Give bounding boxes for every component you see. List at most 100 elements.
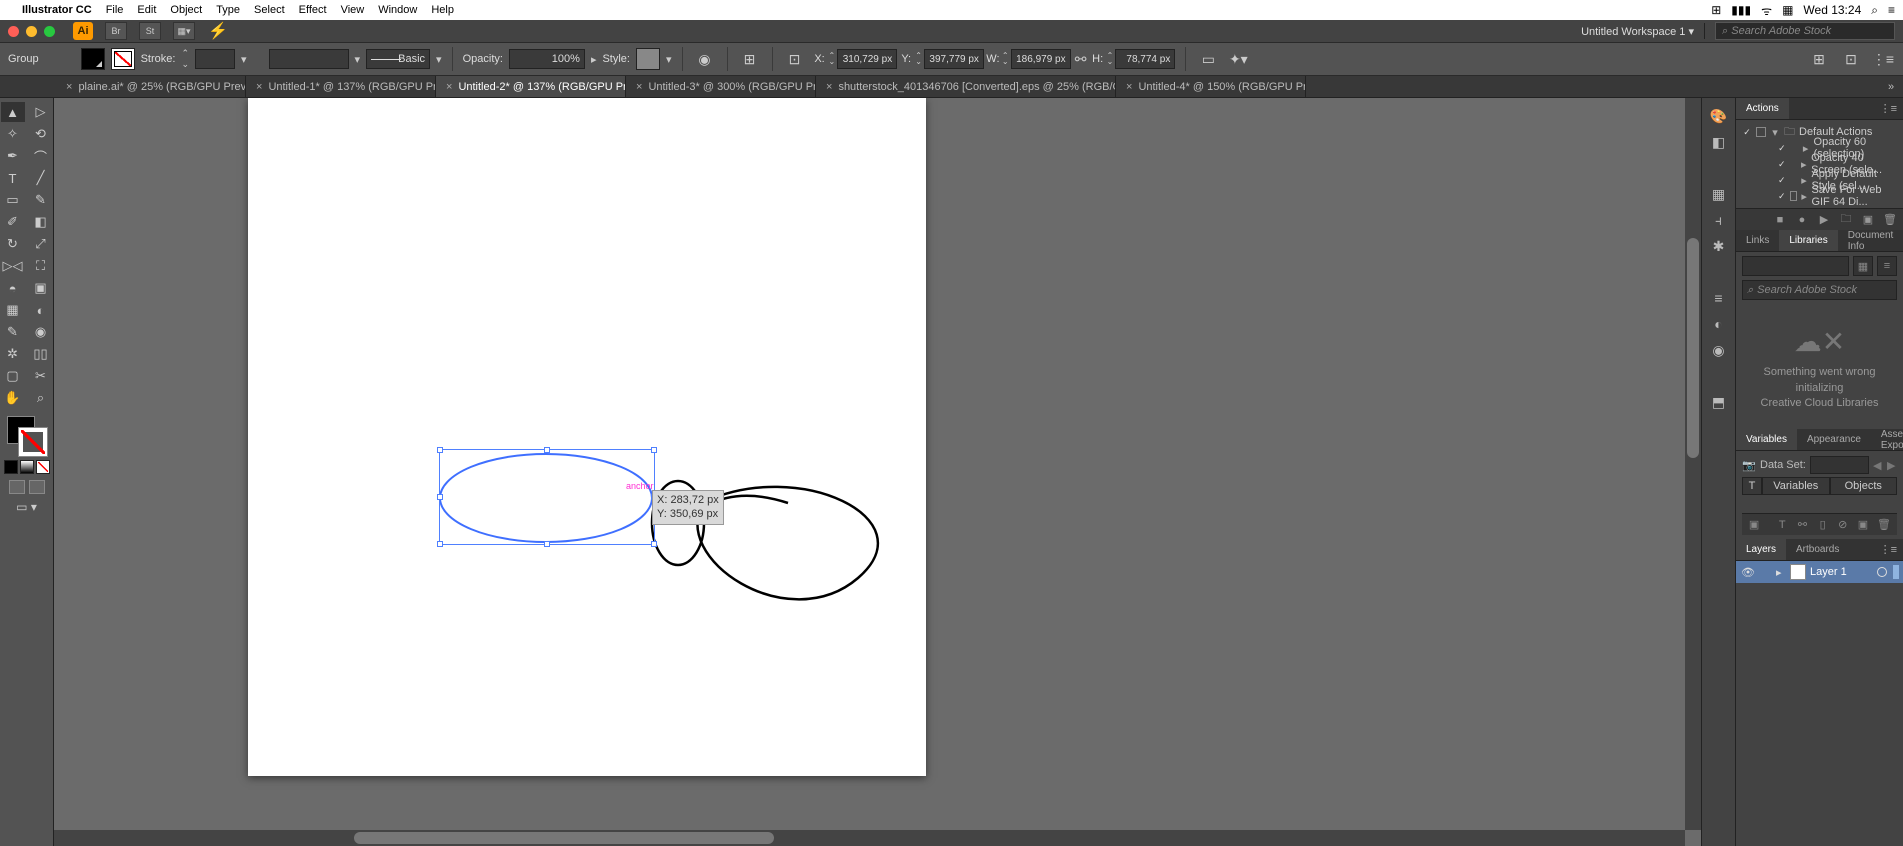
draw-normal[interactable] <box>9 480 25 494</box>
battery-icon[interactable]: ▮▮▮ <box>1731 3 1751 17</box>
opacity-input[interactable]: 100% <box>509 49 585 69</box>
close-icon[interactable]: × <box>66 81 72 93</box>
w-stepper-icon[interactable]: ⌃⌄ <box>1002 53 1009 66</box>
screen-mode-button[interactable]: ▭ ▾ <box>16 500 37 514</box>
magic-wand-tool[interactable]: ✧ <box>1 124 25 144</box>
wifi-icon[interactable]: ᯤ <box>1761 2 1772 19</box>
grid-view-button[interactable]: ▦ <box>1853 256 1873 276</box>
var-width-profile[interactable] <box>269 49 349 69</box>
color-mode-none[interactable] <box>36 460 50 474</box>
gradient-tool[interactable]: ◐ <box>29 300 53 320</box>
stop-button[interactable]: ■ <box>1773 213 1787 227</box>
tab-untitled4[interactable]: ×Untitled-4* @ 150% (RGB/GPU Previe... <box>1116 76 1306 97</box>
target-icon[interactable] <box>1877 567 1887 577</box>
blend-tool[interactable]: ◉ <box>29 322 53 342</box>
arrange-docs-button[interactable]: ▦▾ <box>173 22 195 40</box>
gpu-icon[interactable]: ⚡ <box>207 22 229 40</box>
unbind-button[interactable]: ⊘ <box>1837 518 1849 532</box>
close-icon[interactable]: × <box>1126 81 1132 93</box>
record-button[interactable]: ● <box>1795 213 1809 227</box>
check-icon[interactable]: ✓ <box>1742 127 1752 137</box>
col-objects[interactable]: Objects <box>1830 477 1898 495</box>
action-item[interactable]: Save For Web GIF 64 Di... <box>1811 184 1897 208</box>
selection-tool[interactable]: ▲ <box>1 102 25 122</box>
resize-handle[interactable] <box>437 541 443 547</box>
type-tool[interactable]: T <box>1 168 25 188</box>
resize-handle[interactable] <box>437 447 443 453</box>
tab-layers[interactable]: Layers <box>1736 539 1786 560</box>
shaper-tool[interactable]: ✐ <box>1 212 25 232</box>
appearance-panel-icon[interactable]: ⬒ <box>1706 390 1732 414</box>
library-search-input[interactable]: ⌕ Search Adobe Stock <box>1742 280 1897 300</box>
menu-window[interactable]: Window <box>378 4 417 16</box>
color-mode-gradient[interactable] <box>20 460 34 474</box>
mesh-tool[interactable]: ▦ <box>1 300 25 320</box>
color-mode-solid[interactable] <box>4 460 18 474</box>
transparency-panel-icon[interactable]: ◉ <box>1706 338 1732 362</box>
curvature-tool[interactable]: ⌒ <box>29 146 53 166</box>
col-variables[interactable]: Variables <box>1762 477 1830 495</box>
opacity-dropdown-icon[interactable]: ▸ <box>591 53 597 66</box>
expand-icon[interactable]: ▾ <box>1770 126 1780 139</box>
edit-contents-button[interactable]: ⊡ <box>1839 47 1863 71</box>
capture-dataset-icon[interactable]: 📷 <box>1742 459 1756 472</box>
scale-tool[interactable]: ⤢ <box>29 234 53 254</box>
library-dropdown[interactable] <box>1742 256 1849 276</box>
new-action-button[interactable]: ▣ <box>1861 213 1875 227</box>
x-stepper-icon[interactable]: ⌃⌄ <box>829 53 836 66</box>
close-icon[interactable]: × <box>446 81 452 93</box>
menu-help[interactable]: Help <box>431 4 454 16</box>
stroke-weight-input[interactable] <box>195 49 235 69</box>
free-transform-tool[interactable]: ⛶ <box>29 256 53 276</box>
expand-icon[interactable]: ▸ <box>1776 566 1786 579</box>
menu-view[interactable]: View <box>341 4 365 16</box>
pen-tool[interactable]: ✒ <box>1 146 25 166</box>
hand-tool[interactable]: ✋ <box>1 388 25 408</box>
notification-icon[interactable]: ≡ <box>1888 3 1895 17</box>
swatches-panel-icon[interactable]: ▦ <box>1706 182 1732 206</box>
h-input[interactable]: 78,774 px <box>1115 49 1175 69</box>
menu-effect[interactable]: Effect <box>299 4 327 16</box>
resize-handle[interactable] <box>544 541 550 547</box>
close-icon[interactable]: × <box>636 81 642 93</box>
tab-overflow-button[interactable]: » <box>1879 76 1903 97</box>
window-zoom[interactable] <box>44 26 55 37</box>
tab-appearance[interactable]: Appearance <box>1797 429 1871 450</box>
visibility-toggle[interactable]: 👁 <box>1740 566 1756 579</box>
draw-behind[interactable] <box>29 480 45 494</box>
lasso-tool[interactable]: ⟲ <box>29 124 53 144</box>
dialog-toggle[interactable] <box>1756 127 1766 137</box>
stock-search-input[interactable]: ⌕ Search Adobe Stock <box>1715 22 1895 40</box>
artboard-tool[interactable]: ▢ <box>1 366 25 386</box>
style-dropdown-icon[interactable]: ▾ <box>666 53 672 66</box>
perspective-tool[interactable]: ▣ <box>29 278 53 298</box>
next-dataset-icon[interactable]: ▶ <box>1887 459 1897 472</box>
symbols-panel-icon[interactable]: ✱ <box>1706 234 1732 258</box>
menu-select[interactable]: Select <box>254 4 285 16</box>
menu-file[interactable]: File <box>106 4 124 16</box>
close-icon[interactable]: × <box>256 81 262 93</box>
shape-button[interactable]: ▭ <box>1196 47 1220 71</box>
brush-dropdown-icon[interactable]: ▾ <box>436 53 442 66</box>
graph-tool[interactable]: ▯▯ <box>29 344 53 364</box>
menu-edit[interactable]: Edit <box>137 4 156 16</box>
isolate-button[interactable]: ⊞ <box>1807 47 1831 71</box>
line-tool[interactable]: ╱ <box>29 168 53 188</box>
clock[interactable]: Wed 13:24 <box>1803 3 1861 17</box>
scrollbar-thumb[interactable] <box>354 832 774 844</box>
shape-builder-tool[interactable]: ◓ <box>1 278 25 298</box>
align-button[interactable]: ⊞ <box>738 47 762 71</box>
horizontal-scrollbar[interactable] <box>54 830 1685 846</box>
tab-artboards[interactable]: Artboards <box>1786 539 1849 560</box>
close-icon[interactable]: × <box>826 81 832 93</box>
canvas[interactable]: anchor X: 283,72 px Y: 350,69 px <box>54 98 1701 846</box>
make-visibility-button[interactable]: ▣ <box>1748 518 1760 532</box>
make-graph-button[interactable]: ▯ <box>1817 518 1829 532</box>
fill-stroke-control[interactable] <box>5 414 49 458</box>
workspace-switcher[interactable]: Untitled Workspace 1 ▾ <box>1581 25 1694 38</box>
color-guide-panel-icon[interactable]: ◧ <box>1706 130 1732 154</box>
link-wh-button[interactable]: ⚯ <box>1073 47 1089 71</box>
col-type[interactable]: T <box>1742 477 1762 495</box>
new-set-button[interactable]: 🗀 <box>1839 213 1853 227</box>
tab-libraries[interactable]: Libraries <box>1779 230 1837 251</box>
